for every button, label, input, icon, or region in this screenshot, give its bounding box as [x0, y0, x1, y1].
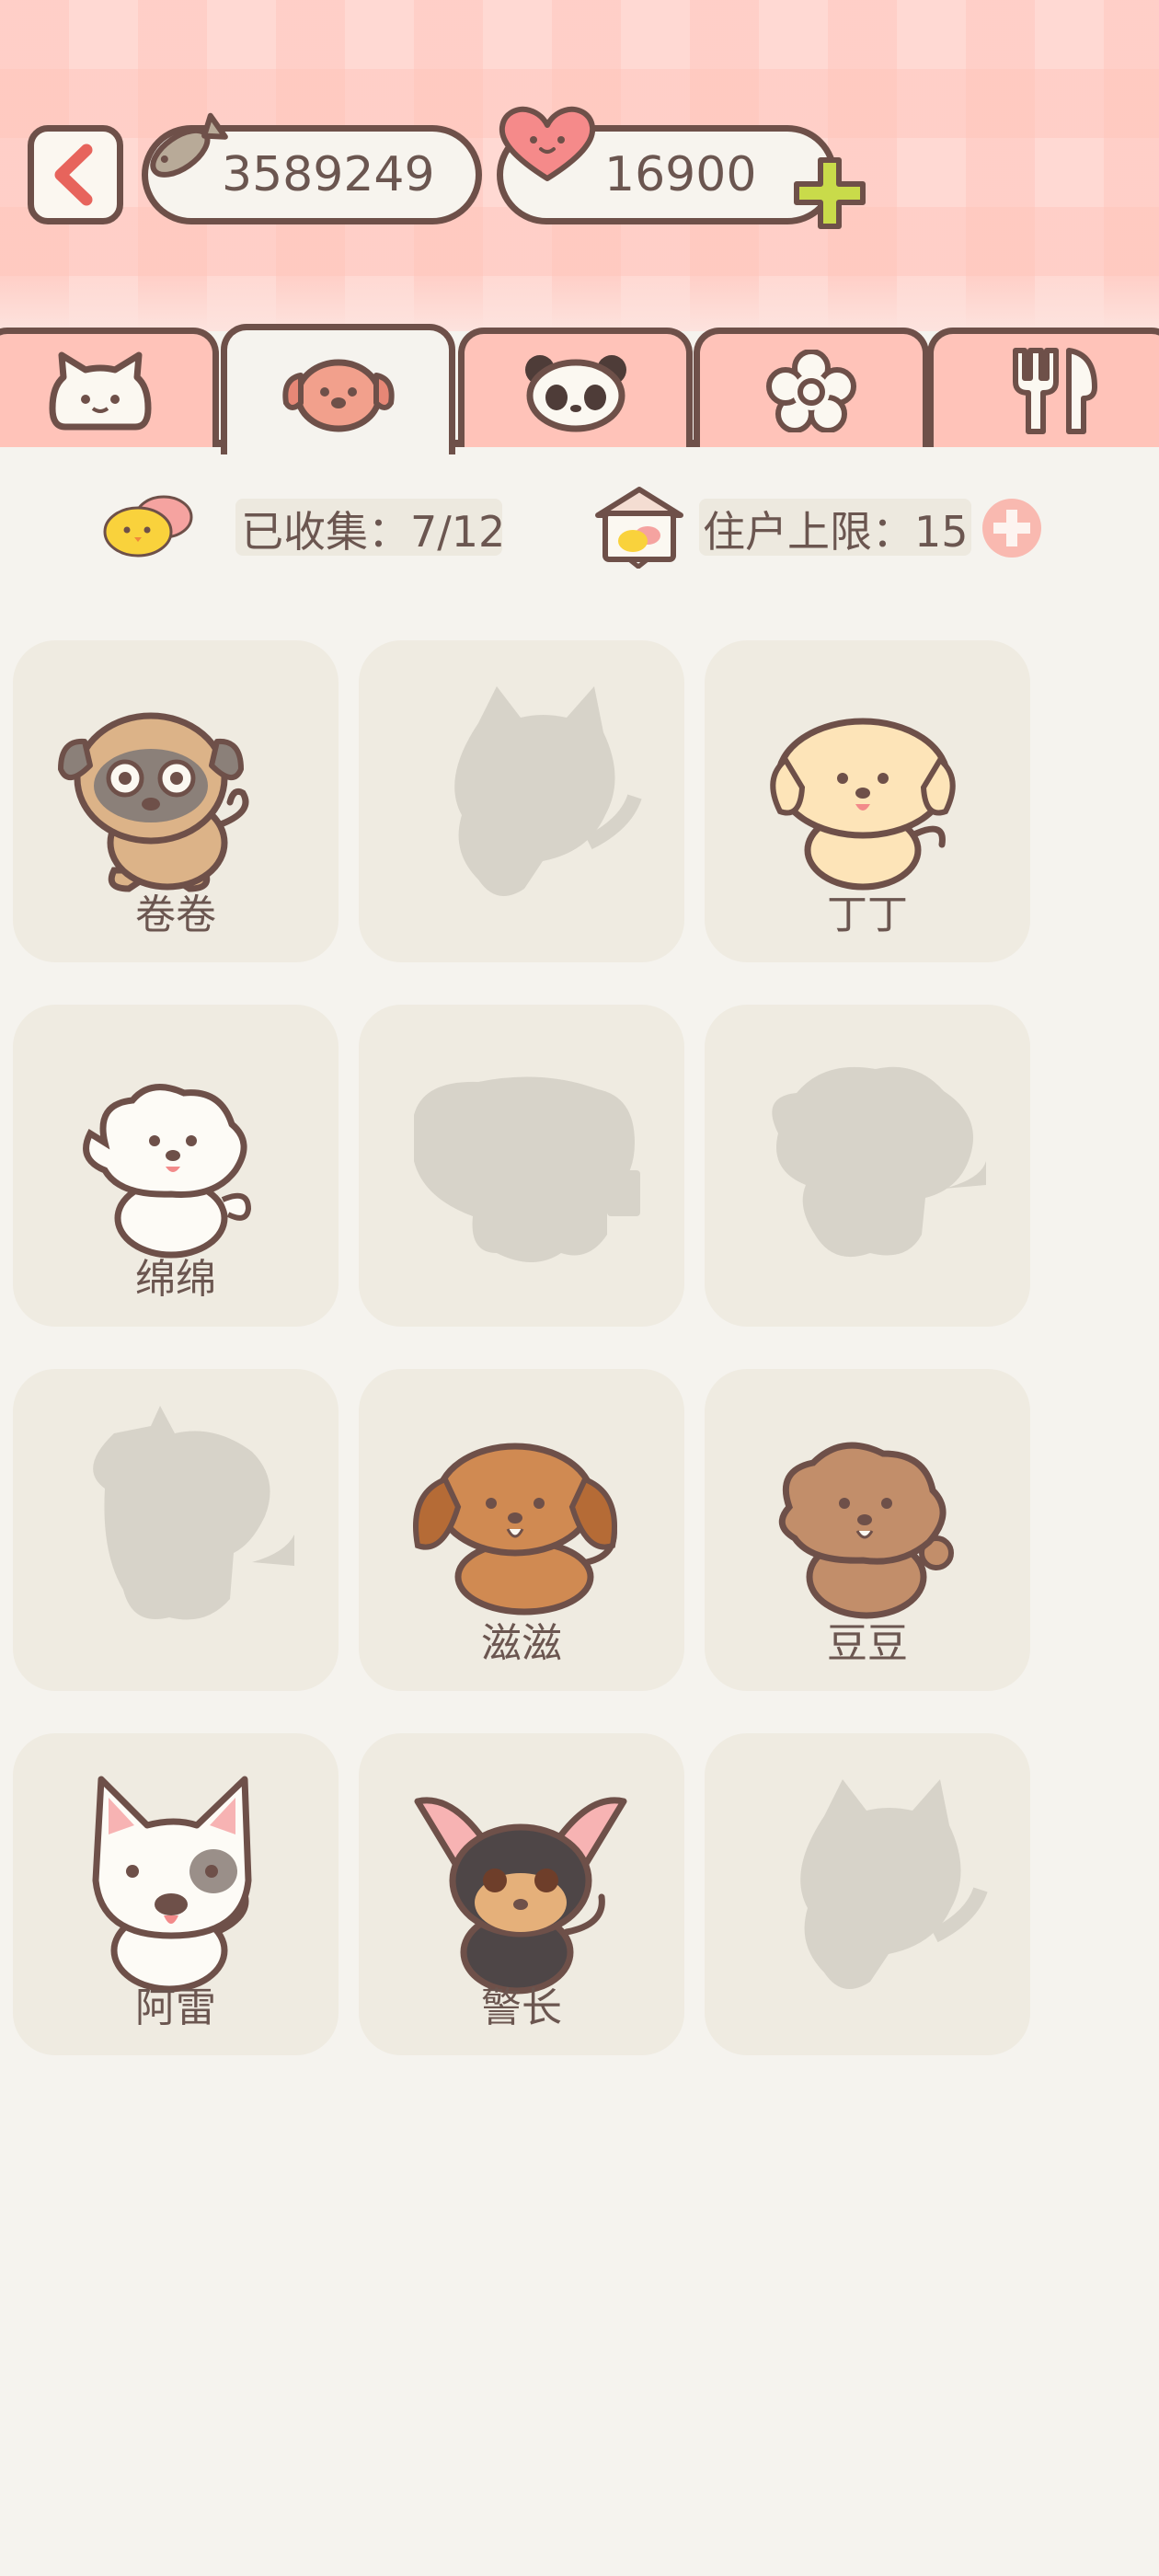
pet-name: 阿雷 — [135, 1984, 216, 2031]
tab-pandas[interactable] — [458, 328, 693, 447]
pet-card[interactable]: 滋滋 — [359, 1369, 684, 1691]
pet-card[interactable]: 警长 — [359, 1733, 684, 2055]
pet-illustration — [58, 712, 249, 892]
chevron-left-icon — [54, 144, 93, 206]
tab-food[interactable] — [927, 328, 1159, 447]
fish-icon — [150, 112, 228, 178]
pet-card[interactable]: 绵绵 — [13, 1005, 339, 1327]
active-tab-gap — [227, 436, 448, 449]
dog-icon — [281, 359, 395, 431]
cat-icon — [49, 351, 152, 430]
pet-card[interactable]: 卷卷 — [13, 640, 339, 962]
house-icon — [595, 487, 683, 569]
pet-name: 滋滋 — [481, 1620, 562, 1667]
pet-card[interactable]: 丁丁 — [705, 640, 1030, 962]
pet-name: 绵绵 — [135, 1256, 216, 1303]
tab-cats[interactable] — [0, 328, 219, 447]
pet-card-locked[interactable] — [13, 1369, 339, 1691]
fork-knife-icon — [1013, 347, 1097, 434]
pet-card-locked[interactable] — [359, 1005, 684, 1327]
pet-name: 豆豆 — [827, 1620, 908, 1667]
pet-name: 警长 — [481, 1984, 562, 2031]
stats-row: 已收集：7/12 住户上限：15 — [0, 487, 1159, 569]
pet-card[interactable]: 豆豆 — [705, 1369, 1030, 1691]
pet-silhouette — [800, 1779, 988, 1989]
heart-icon — [499, 106, 596, 181]
pet-illustration — [83, 1084, 252, 1259]
tab-dogs[interactable] — [221, 324, 455, 454]
increase-capacity-button[interactable] — [981, 497, 1043, 559]
pet-card-locked[interactable] — [705, 1005, 1030, 1327]
chick-icon — [103, 495, 193, 558]
pet-illustration — [413, 1443, 617, 1616]
back-button[interactable] — [28, 125, 123, 224]
resident-capacity: 住户上限：15 — [703, 507, 969, 557]
pet-name: 卷卷 — [135, 891, 216, 938]
fish-currency-value: 3589249 — [222, 147, 435, 202]
pet-silhouette — [414, 1076, 640, 1262]
pet-silhouette — [93, 1406, 294, 1620]
pet-illustration — [414, 1797, 627, 1995]
pet-name: 丁丁 — [827, 891, 908, 938]
collected-count: 已收集：7/12 — [241, 507, 506, 557]
pet-card[interactable]: 阿雷 — [13, 1733, 339, 2055]
add-hearts-button[interactable] — [791, 155, 868, 232]
pet-card-locked[interactable] — [705, 1733, 1030, 2055]
pet-card-locked[interactable] — [359, 640, 684, 962]
category-tabs — [0, 324, 1159, 454]
panda-icon — [524, 354, 626, 431]
pet-silhouette — [454, 686, 642, 896]
flower-icon — [766, 349, 856, 432]
heart-currency-value: 16900 — [604, 147, 757, 202]
pet-illustration — [770, 718, 956, 891]
pet-illustration — [92, 1776, 252, 1993]
pet-illustration — [778, 1442, 954, 1619]
tab-flowers[interactable] — [694, 328, 929, 447]
pet-silhouette — [772, 1066, 986, 1258]
